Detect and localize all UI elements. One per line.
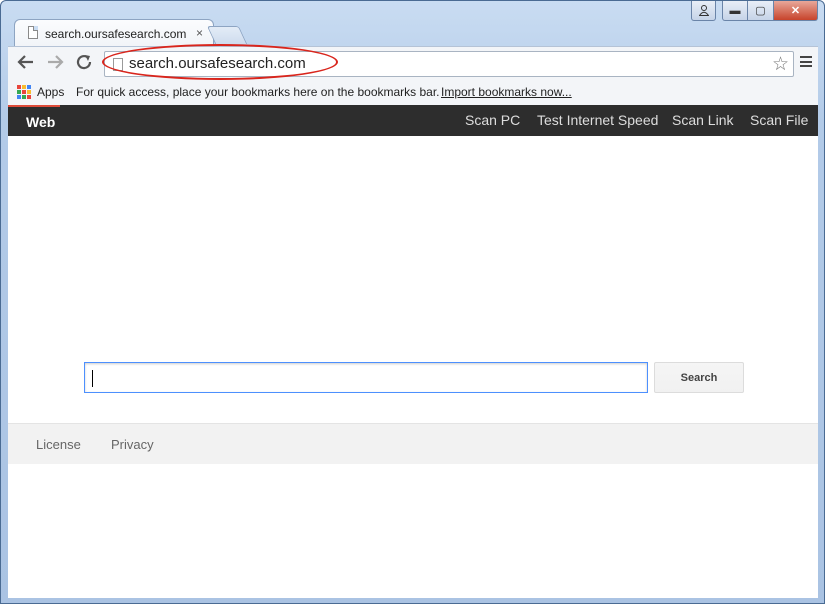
page-icon xyxy=(113,58,123,71)
nav-item-scan-pc[interactable]: Scan PC xyxy=(465,112,520,128)
forward-arrow-icon[interactable] xyxy=(46,53,64,77)
nav-item-web[interactable]: Web xyxy=(8,105,60,136)
reload-icon[interactable] xyxy=(75,53,93,77)
tab-close-icon[interactable]: × xyxy=(196,26,203,40)
maximize-button[interactable]: ▢ xyxy=(748,1,774,21)
text-caret xyxy=(92,370,93,387)
search-input[interactable] xyxy=(84,362,648,393)
menu-icon[interactable] xyxy=(800,56,812,67)
nav-item-scan-link[interactable]: Scan Link xyxy=(672,112,733,128)
search-button[interactable]: Search xyxy=(654,362,744,393)
nav-item-scan-file[interactable]: Scan File xyxy=(750,112,808,128)
footer-link-privacy[interactable]: Privacy xyxy=(111,437,154,452)
close-window-button[interactable]: ✕ xyxy=(774,1,818,21)
address-bar[interactable]: search.oursafesearch.com ☆ xyxy=(104,51,794,77)
browser-tab[interactable]: search.oursafesearch.com × xyxy=(14,19,214,47)
title-bar: search.oursafesearch.com × ▬ ▢ ✕ xyxy=(1,1,824,47)
nav-item-test-internet-speed[interactable]: Test Internet Speed xyxy=(537,112,658,128)
address-text: search.oursafesearch.com xyxy=(129,55,306,72)
back-arrow-icon[interactable] xyxy=(17,53,35,77)
page-content: Web Scan PC Test Internet Speed Scan Lin… xyxy=(8,105,818,598)
browser-toolbar: search.oursafesearch.com ☆ xyxy=(8,44,818,81)
footer-link-license[interactable]: License xyxy=(36,437,81,452)
tab-title: search.oursafesearch.com xyxy=(45,27,187,41)
user-icon[interactable] xyxy=(691,1,716,21)
browser-window: search.oursafesearch.com × ▬ ▢ ✕ search.… xyxy=(0,0,825,604)
footer: License Privacy xyxy=(8,423,818,464)
window-controls: ▬ ▢ ✕ xyxy=(691,1,818,21)
bookmarks-hint: For quick access, place your bookmarks h… xyxy=(76,85,440,99)
apps-link[interactable]: Apps xyxy=(37,85,64,99)
page-icon xyxy=(28,26,38,39)
import-bookmarks-link[interactable]: Import bookmarks now... xyxy=(441,85,572,99)
apps-grid-icon[interactable] xyxy=(17,85,31,99)
top-navbar: Web Scan PC Test Internet Speed Scan Lin… xyxy=(8,105,818,136)
star-icon[interactable]: ☆ xyxy=(772,53,789,76)
minimize-button[interactable]: ▬ xyxy=(722,1,748,21)
bookmarks-bar: Apps For quick access, place your bookma… xyxy=(8,81,818,105)
